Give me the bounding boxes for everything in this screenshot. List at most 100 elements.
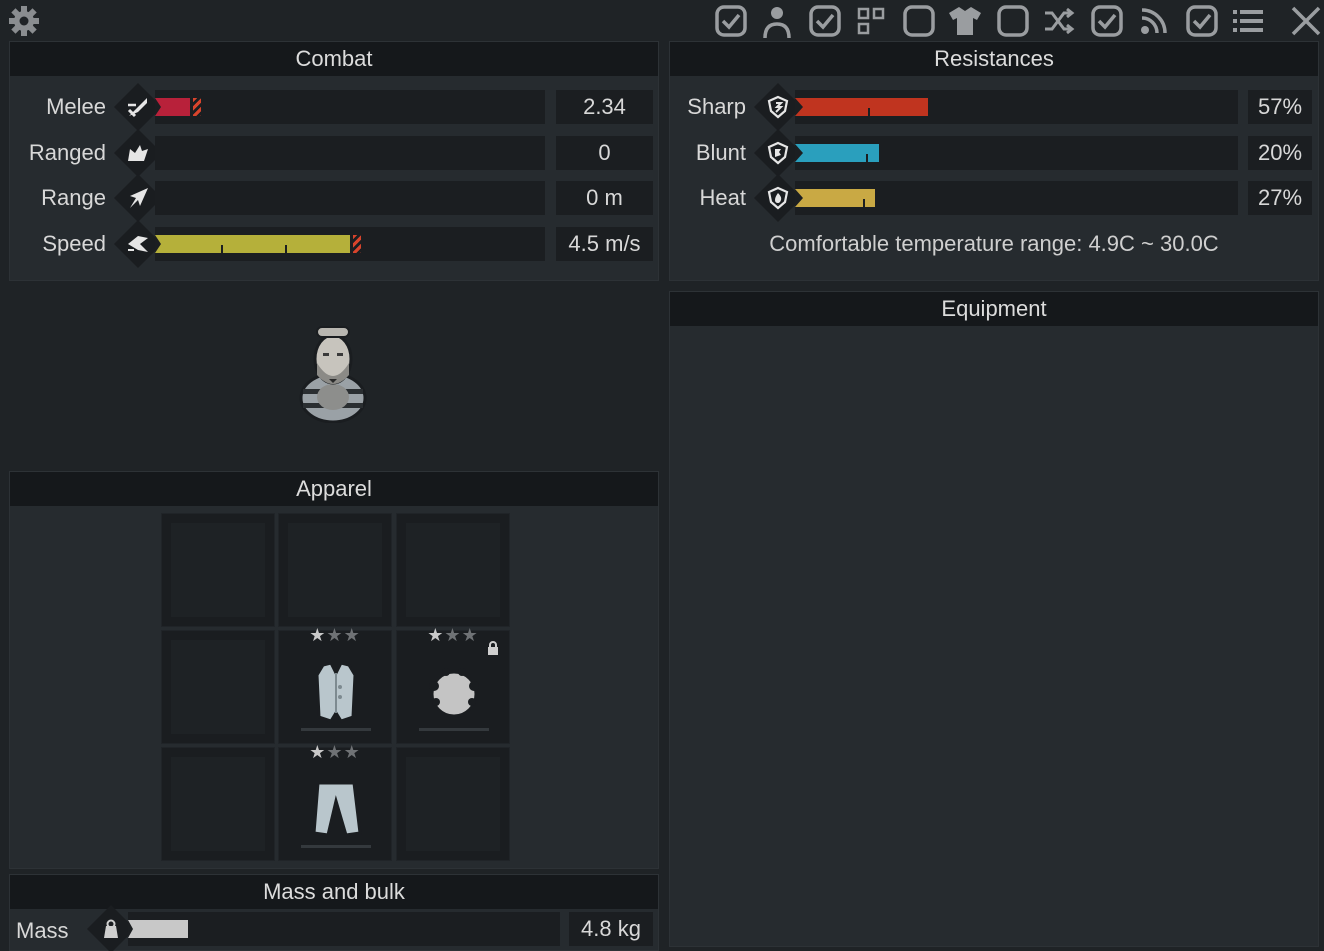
stat-value: 0 m	[556, 181, 653, 215]
apparel-slot[interactable]	[396, 747, 510, 861]
apparel-slot[interactable]: ★★★	[278, 742, 393, 861]
mass-bar-fill	[128, 920, 188, 938]
stat-value: 0	[556, 136, 653, 170]
person-icon[interactable]	[759, 3, 795, 39]
stat-bar	[155, 181, 545, 215]
close-icon[interactable]	[1288, 3, 1324, 39]
stat-bar-fill	[795, 98, 928, 116]
quality-stars: ★★★	[279, 625, 391, 646]
mass-title: Mass and bulk	[10, 875, 658, 909]
bar-tick	[285, 245, 287, 253]
star-icon: ★	[343, 742, 361, 762]
star-icon: ★	[309, 742, 327, 762]
grid-icon[interactable]	[853, 3, 889, 39]
apparel-slot[interactable]	[278, 513, 392, 627]
star-icon: ★	[461, 625, 479, 645]
speed-icon	[123, 229, 153, 259]
bar-tick	[221, 245, 223, 253]
stat-label: Blunt	[695, 140, 746, 165]
empty-slot	[288, 523, 382, 617]
checkbox-empty-icon[interactable]	[995, 3, 1031, 39]
mass-value: 4.8 kg	[569, 912, 653, 946]
pants-icon	[279, 774, 393, 844]
overflow-hatch	[353, 235, 361, 253]
equipment-panel: Equipment	[669, 291, 1319, 947]
arrow-icon	[123, 183, 153, 213]
checkbox-checked-icon[interactable]	[713, 3, 749, 39]
stat-value: 20%	[1248, 136, 1312, 170]
stat-value: 4.5 m/s	[556, 227, 653, 261]
top-toolbar	[0, 0, 1324, 42]
apparel-slot[interactable]	[161, 747, 275, 861]
mass-bar	[128, 912, 560, 946]
empty-slot	[171, 640, 265, 734]
bar-tick	[863, 199, 865, 207]
checkbox-checked-icon[interactable]	[1184, 3, 1220, 39]
checkbox-empty-icon[interactable]	[901, 3, 937, 39]
stat-value: 2.34	[556, 90, 653, 124]
portrait-area	[9, 290, 659, 465]
mass-label: Mass	[16, 918, 69, 943]
shuffle-icon[interactable]	[1041, 3, 1077, 39]
stat-label: Range	[41, 185, 106, 210]
body-armor-icon	[397, 657, 511, 727]
sword-icon	[123, 92, 153, 122]
gun-icon	[123, 138, 153, 168]
stat-bar	[155, 227, 545, 261]
star-icon: ★	[444, 625, 462, 645]
shield-heat-icon	[763, 183, 793, 213]
stat-bar	[155, 90, 545, 124]
vest-icon	[279, 657, 393, 727]
durability-bar	[301, 845, 371, 848]
stat-value: 57%	[1248, 90, 1312, 124]
stat-bar	[795, 90, 1238, 124]
durability-bar	[301, 728, 371, 731]
comfort-temperature-text: Comfortable temperature range: 4.9C ~ 30…	[769, 231, 1219, 256]
star-icon: ★	[326, 625, 344, 645]
stat-bar-fill	[155, 98, 190, 116]
star-icon: ★	[326, 742, 344, 762]
weight-icon	[96, 914, 126, 944]
quality-stars: ★★★	[279, 742, 391, 763]
empty-slot	[171, 757, 265, 851]
stat-bar-fill	[155, 235, 350, 253]
overflow-hatch	[193, 98, 201, 116]
stat-label: Ranged	[28, 140, 106, 165]
stat-bar	[795, 136, 1238, 170]
equipment-title: Equipment	[670, 292, 1318, 326]
shirt-icon[interactable]	[947, 3, 983, 39]
combat-title: Combat	[10, 42, 658, 76]
shield-blunt-icon	[763, 138, 793, 168]
gear-icon[interactable]	[6, 3, 42, 39]
stat-label: Heat	[699, 185, 746, 210]
apparel-slot[interactable]	[161, 513, 275, 627]
feed-icon[interactable]	[1136, 3, 1172, 39]
list-icon[interactable]	[1230, 3, 1266, 39]
stat-label: Melee	[46, 94, 106, 119]
apparel-slot[interactable]	[396, 513, 510, 627]
apparel-slot[interactable]: ★★★	[396, 625, 511, 744]
apparel-slot[interactable]: ★★★	[278, 625, 393, 744]
durability-bar	[419, 728, 489, 731]
star-icon: ★	[427, 625, 445, 645]
stat-label: Speed	[42, 231, 106, 256]
bar-tick	[866, 154, 868, 162]
checkbox-checked-icon[interactable]	[807, 3, 843, 39]
apparel-slot[interactable]	[161, 630, 275, 744]
stat-bar	[155, 136, 545, 170]
colonist-portrait-icon[interactable]	[297, 323, 369, 428]
apparel-title: Apparel	[10, 472, 658, 506]
stat-bar	[795, 181, 1238, 215]
lock-icon	[487, 641, 499, 660]
bar-tick	[868, 108, 870, 116]
empty-slot	[171, 523, 265, 617]
empty-slot	[406, 757, 500, 851]
stat-value: 27%	[1248, 181, 1312, 215]
empty-slot	[406, 523, 500, 617]
checkbox-checked-icon[interactable]	[1089, 3, 1125, 39]
star-icon: ★	[343, 625, 361, 645]
resistances-title: Resistances	[670, 42, 1318, 76]
star-icon: ★	[309, 625, 327, 645]
stat-label: Sharp	[687, 94, 746, 119]
shield-sharp-icon	[763, 92, 793, 122]
